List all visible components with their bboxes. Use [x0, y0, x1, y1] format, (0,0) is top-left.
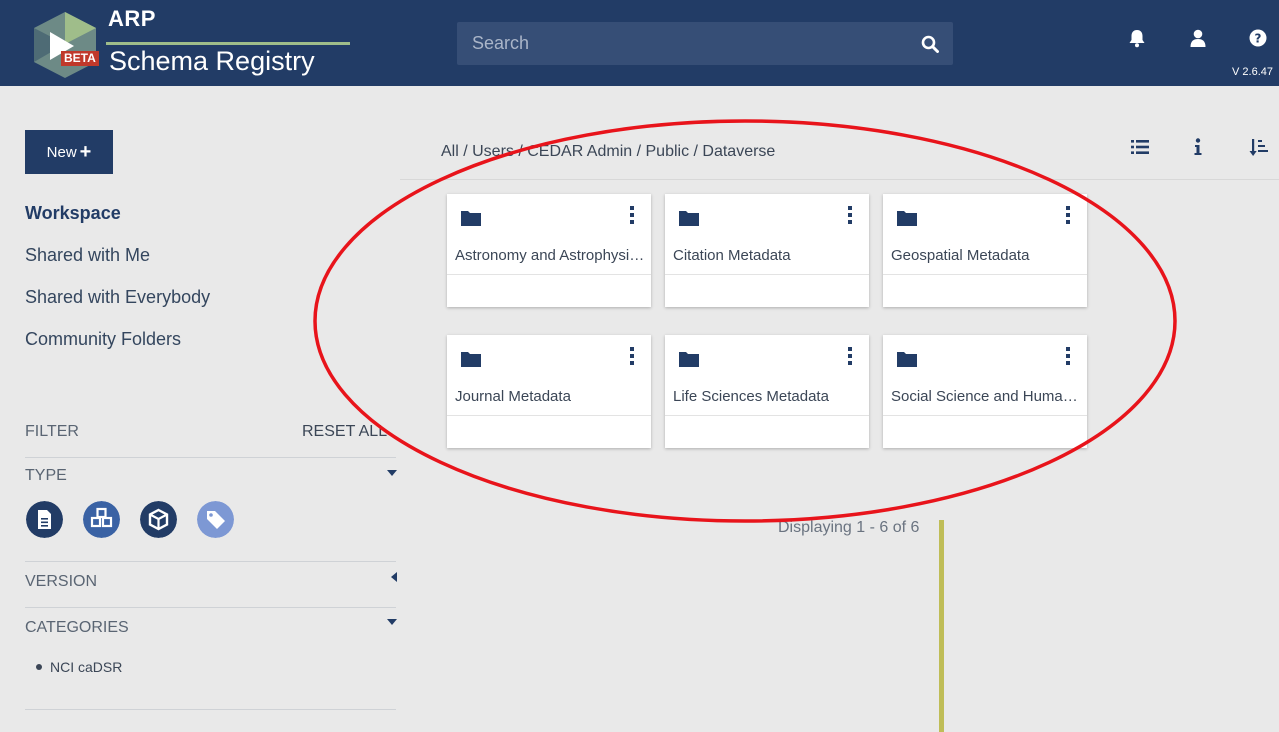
bell-icon[interactable] — [1127, 28, 1147, 48]
folder-name: Geospatial Metadata — [891, 247, 1030, 264]
type-caret-down-icon[interactable] — [387, 470, 397, 476]
filter-label: FILTER — [25, 423, 79, 440]
card-divider — [883, 274, 1087, 275]
folder-icon — [679, 352, 699, 367]
type-section-label[interactable]: TYPE — [25, 467, 67, 485]
nav-shared-with-everybody[interactable]: Shared with Everybody — [25, 287, 210, 308]
folder-name: Journal Metadata — [455, 388, 571, 405]
categories-section-label[interactable]: CATEGORIES — [25, 619, 129, 637]
svg-text:?: ? — [1255, 32, 1262, 46]
top-header: ARP BETA Schema Registry Search ? V 2.6.… — [0, 0, 1279, 86]
version-section-label[interactable]: VERSION — [25, 573, 97, 591]
folder-card[interactable]: Astronomy and Astrophysics Metadata — [447, 194, 651, 307]
folder-card[interactable]: Geospatial Metadata — [883, 194, 1087, 307]
version-caret-left-icon[interactable] — [391, 572, 397, 582]
folder-icon — [461, 352, 481, 367]
card-divider — [665, 274, 869, 275]
folder-card[interactable]: Journal Metadata — [447, 335, 651, 448]
folder-name: Citation Metadata — [673, 247, 791, 264]
logo-icon[interactable] — [30, 10, 100, 80]
logo-subtitle: Schema Registry — [109, 46, 315, 76]
folder-name: Social Science and Humanities Metadata — [891, 388, 1081, 405]
more-vertical-icon[interactable] — [847, 347, 853, 365]
sort-icon[interactable] — [1249, 137, 1269, 157]
folder-card[interactable]: Life Sciences Metadata — [665, 335, 869, 448]
toolbar-divider — [400, 179, 1279, 180]
categories-divider — [25, 607, 396, 608]
breadcrumb[interactable]: All / Users / CEDAR Admin / Public / Dat… — [441, 143, 775, 161]
folder-name: Astronomy and Astrophysics Metadata — [455, 247, 645, 264]
cube-icon[interactable] — [140, 501, 177, 538]
new-button[interactable]: New + — [25, 130, 113, 174]
more-vertical-icon[interactable] — [629, 206, 635, 224]
new-button-label: New — [46, 143, 77, 161]
filter-divider — [25, 457, 396, 458]
folder-icon — [679, 211, 699, 226]
tag-icon[interactable] — [197, 501, 234, 538]
folder-card[interactable]: Citation Metadata — [665, 194, 869, 307]
document-icon[interactable] — [26, 501, 63, 538]
search-placeholder: Search — [472, 33, 530, 53]
plus-icon: + — [79, 140, 92, 163]
card-divider — [665, 415, 869, 416]
more-vertical-icon[interactable] — [1065, 347, 1071, 365]
vertical-marker-line — [939, 520, 944, 732]
sidebar-bottom-divider — [25, 709, 396, 710]
more-vertical-icon[interactable] — [1065, 206, 1071, 224]
more-vertical-icon[interactable] — [629, 347, 635, 365]
card-divider — [447, 415, 651, 416]
help-icon[interactable]: ? — [1248, 28, 1268, 48]
folder-icon — [897, 352, 917, 367]
folder-icon — [897, 211, 917, 226]
logo-title: ARP — [108, 6, 156, 31]
info-icon[interactable] — [1188, 137, 1208, 157]
card-divider — [447, 274, 651, 275]
folder-name: Life Sciences Metadata — [673, 388, 829, 405]
folder-icon — [461, 211, 481, 226]
version-label: V 2.6.47 — [1232, 66, 1273, 78]
search-input[interactable]: Search — [457, 22, 953, 65]
list-view-icon[interactable] — [1130, 137, 1150, 157]
categories-caret-down-icon[interactable] — [387, 619, 397, 625]
pagination-status: Displaying 1 - 6 of 6 — [778, 519, 920, 536]
beta-badge: BETA — [61, 51, 99, 66]
folder-card[interactable]: Social Science and Humanities Metadata — [883, 335, 1087, 448]
user-icon[interactable] — [1188, 28, 1208, 48]
nav-shared-with-me[interactable]: Shared with Me — [25, 245, 150, 266]
version-divider — [25, 561, 396, 562]
category-item[interactable]: NCI caDSR — [36, 659, 122, 675]
more-vertical-icon[interactable] — [847, 206, 853, 224]
cubes-icon[interactable] — [83, 501, 120, 538]
card-divider — [883, 415, 1087, 416]
reset-all-button[interactable]: RESET ALL — [302, 423, 387, 441]
nav-workspace[interactable]: Workspace — [25, 203, 121, 224]
search-icon[interactable] — [921, 35, 939, 53]
nav-community-folders[interactable]: Community Folders — [25, 329, 181, 350]
